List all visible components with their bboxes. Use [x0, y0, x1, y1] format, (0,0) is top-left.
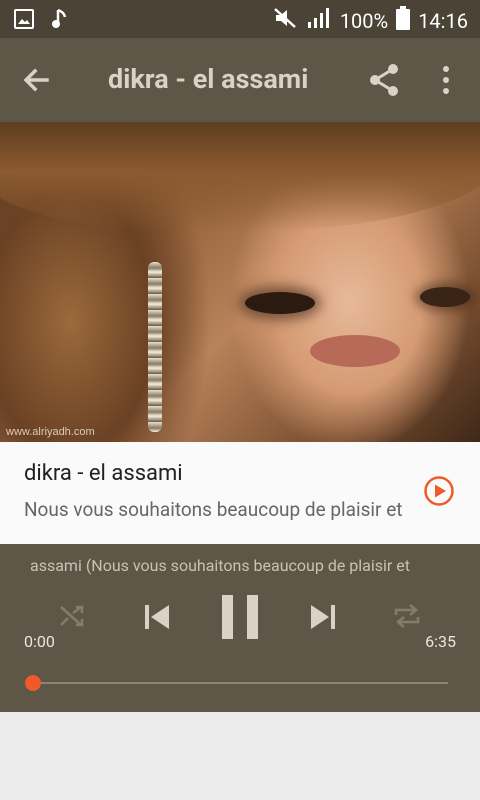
track-name: dikra - el assami	[24, 461, 183, 486]
shuffle-icon[interactable]	[58, 602, 86, 634]
track-info-card[interactable]: dikra - el assami Nous vous souhaitons b…	[0, 442, 480, 544]
share-icon[interactable]	[368, 62, 400, 98]
status-bar: 100% 14:16	[0, 0, 480, 38]
scrolling-title: assami (Nous vous souhaitons beaucoup de…	[30, 556, 411, 575]
player-panel: assami (Nous vous souhaitons beaucoup de…	[0, 544, 480, 712]
total-duration: 6:35	[425, 632, 456, 651]
page-title: dikra - el assami	[108, 63, 309, 95]
album-artwork: www.alriyadh.com	[0, 122, 480, 442]
back-arrow-icon[interactable]	[20, 64, 52, 96]
more-options-icon[interactable]	[436, 64, 456, 96]
empty-area	[0, 712, 480, 800]
elapsed-time: 0:00	[24, 632, 55, 651]
battery-icon	[396, 6, 411, 36]
next-icon[interactable]	[308, 602, 338, 636]
artwork-watermark: www.alriyadh.com	[6, 426, 95, 438]
seek-thumb[interactable]	[25, 675, 41, 691]
signal-icon	[306, 6, 332, 36]
image-icon	[14, 9, 34, 33]
clock: 14:16	[418, 9, 468, 33]
battery-percent: 100%	[339, 9, 389, 33]
play-circle-icon[interactable]	[423, 475, 455, 507]
seek-bar[interactable]	[33, 682, 448, 684]
mute-icon	[272, 6, 298, 36]
app-bar: dikra - el assami	[0, 38, 480, 122]
pause-icon[interactable]	[221, 594, 259, 644]
previous-icon[interactable]	[142, 602, 172, 636]
music-icon	[52, 8, 68, 34]
track-description: Nous vous souhaitons beaucoup de plaisir…	[24, 498, 403, 521]
repeat-icon[interactable]	[392, 602, 422, 634]
